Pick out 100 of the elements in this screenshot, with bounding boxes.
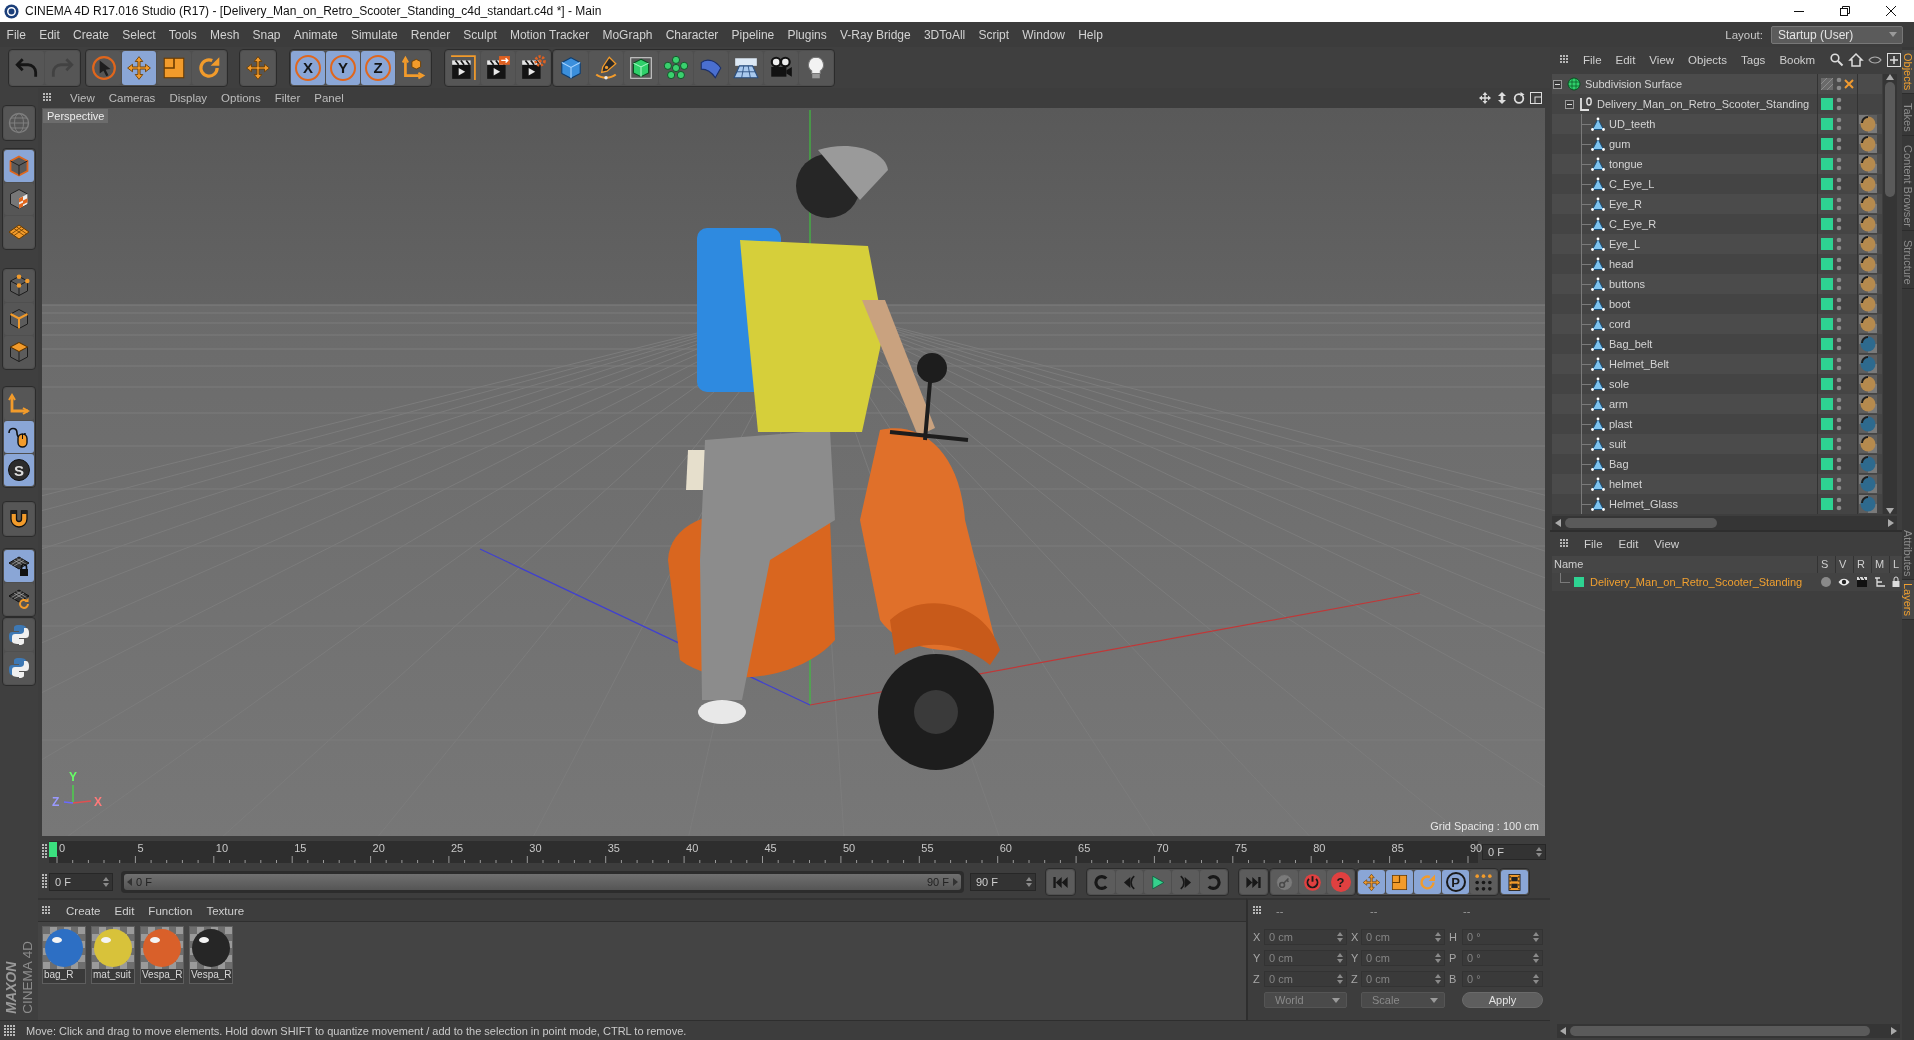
object-name[interactable]: buttons xyxy=(1609,278,1646,290)
current-frame-field[interactable]: 0 F xyxy=(1482,844,1546,860)
panel-grip-icon[interactable] xyxy=(1253,906,1263,916)
right-arrow-icon[interactable] xyxy=(953,878,958,886)
visibility-dots-icon[interactable] xyxy=(1836,117,1842,131)
scroll-down-icon[interactable] xyxy=(1886,508,1894,514)
visibility-dots-icon[interactable] xyxy=(1836,337,1842,351)
layer-swatch-icon[interactable] xyxy=(1821,358,1833,370)
panel-grip-icon[interactable] xyxy=(42,905,52,916)
start-frame-field[interactable]: 0 F xyxy=(49,873,113,891)
solo-dot-icon[interactable] xyxy=(1820,576,1832,588)
menu-item[interactable]: Plugins xyxy=(780,27,834,42)
material-tag-icon[interactable] xyxy=(1859,355,1877,373)
menu-item[interactable]: Filter xyxy=(267,92,308,104)
menu-item[interactable]: Help xyxy=(1071,27,1110,42)
object-name[interactable]: head xyxy=(1609,258,1634,270)
texture-mode-button[interactable] xyxy=(4,183,34,215)
menu-item[interactable]: Edit xyxy=(1610,538,1647,550)
scroll-left-icon[interactable] xyxy=(1560,1027,1566,1035)
hierarchy-icon[interactable] xyxy=(1874,576,1886,588)
visibility-dots-icon[interactable] xyxy=(1836,157,1842,171)
object-row[interactable]: UD_teeth xyxy=(1552,114,1882,134)
material-tag-icon[interactable] xyxy=(1859,315,1877,333)
object-row[interactable]: C_Eye_R xyxy=(1552,214,1882,234)
spinner-arrows-icon[interactable] xyxy=(1337,932,1343,942)
layer-swatch-icon[interactable] xyxy=(1821,258,1833,270)
previous-key-button[interactable] xyxy=(1088,870,1115,894)
layer-swatch-icon[interactable] xyxy=(1821,158,1833,170)
scroll-right-icon[interactable] xyxy=(1891,1027,1897,1035)
menu-item[interactable]: Animate xyxy=(287,27,345,42)
menu-item[interactable]: 3DToAll xyxy=(917,27,972,42)
menu-item[interactable]: Motion Tracker xyxy=(503,27,596,42)
layer-swatch-icon[interactable] xyxy=(1821,118,1833,130)
object-row[interactable]: Helmet_Glass xyxy=(1552,494,1882,514)
visibility-dots-icon[interactable] xyxy=(1836,177,1842,191)
object-name[interactable]: UD_teeth xyxy=(1609,118,1656,130)
apply-button[interactable]: Apply xyxy=(1462,992,1543,1008)
orbit-icon[interactable] xyxy=(1513,92,1525,104)
object-name[interactable]: Bag_belt xyxy=(1609,338,1653,350)
menu-item[interactable]: Bookm xyxy=(1772,54,1823,66)
material-tile[interactable]: bag_R xyxy=(42,926,86,984)
object-row[interactable]: boot xyxy=(1552,294,1882,314)
horizontal-scrollbar[interactable] xyxy=(1557,1024,1900,1038)
object-row[interactable]: Subdivision Surface xyxy=(1552,74,1882,94)
visibility-dots-icon[interactable] xyxy=(1836,357,1842,371)
panel-grip-icon[interactable] xyxy=(1560,539,1570,549)
material-tag-icon[interactable] xyxy=(1859,135,1877,153)
keyframe-selection-button[interactable]: ? xyxy=(1327,870,1354,894)
edges-mode-button[interactable] xyxy=(4,303,34,335)
side-tab[interactable]: Structure xyxy=(1902,237,1914,289)
scrollbar-thumb[interactable] xyxy=(1570,1026,1870,1036)
object-row[interactable]: cord xyxy=(1552,314,1882,334)
menu-item[interactable]: File xyxy=(1576,54,1609,66)
pan-arrows-icon[interactable] xyxy=(1479,92,1491,104)
material-tile[interactable]: Vespa_R xyxy=(189,926,233,984)
axis-lock-button[interactable]: Z xyxy=(361,50,395,85)
layer-swatch-icon[interactable] xyxy=(1574,577,1584,587)
vertical-scrollbar[interactable] xyxy=(1883,74,1897,514)
key-points-button[interactable] xyxy=(1470,870,1497,894)
menu-item[interactable]: Character xyxy=(659,27,725,42)
visibility-dots-icon[interactable] xyxy=(1836,397,1842,411)
spinner-arrows-icon[interactable] xyxy=(1536,847,1542,857)
panel-grip-icon[interactable] xyxy=(4,1024,16,1037)
material-tag-icon[interactable] xyxy=(1859,455,1877,473)
object-row[interactable]: Eye_R xyxy=(1552,194,1882,214)
spinner-arrows-icon[interactable] xyxy=(1435,932,1441,942)
spinner-arrows-icon[interactable] xyxy=(103,877,109,887)
visibility-dots-icon[interactable] xyxy=(1836,497,1842,511)
layer-swatch-icon[interactable] xyxy=(1821,138,1833,150)
key-scale-button[interactable] xyxy=(1386,870,1413,894)
scroll-left-icon[interactable] xyxy=(1555,519,1561,527)
visibility-dots-icon[interactable] xyxy=(1836,437,1842,451)
add-box-icon[interactable] xyxy=(1887,53,1901,67)
menu-item[interactable]: Render xyxy=(404,27,457,42)
object-row[interactable]: plast xyxy=(1552,414,1882,434)
visibility-dots-icon[interactable] xyxy=(1836,137,1842,151)
object-row[interactable]: gum xyxy=(1552,134,1882,154)
next-key-button[interactable] xyxy=(1200,870,1227,894)
material-tag-icon[interactable] xyxy=(1859,255,1877,273)
subdivision-button[interactable] xyxy=(624,50,658,85)
visibility-dots-icon[interactable] xyxy=(1836,77,1842,91)
scrollbar-thumb[interactable] xyxy=(1565,518,1717,528)
pen-tool-button[interactable] xyxy=(589,50,623,85)
menu-item[interactable]: Tags xyxy=(1734,54,1773,66)
axis-lock-button[interactable]: X xyxy=(291,50,325,85)
menu-item[interactable]: Create xyxy=(66,27,116,42)
scrollbar-thumb[interactable] xyxy=(1885,82,1895,197)
rotate-tool-button[interactable] xyxy=(192,50,226,85)
render-clapper-icon[interactable] xyxy=(1856,576,1868,588)
object-row[interactable]: head xyxy=(1552,254,1882,274)
menu-item[interactable]: Edit xyxy=(107,904,142,917)
object-name[interactable]: cord xyxy=(1609,318,1631,330)
panel-grip-icon[interactable] xyxy=(42,874,47,890)
material-tag-icon[interactable] xyxy=(1859,475,1877,493)
horizontal-scrollbar[interactable] xyxy=(1552,516,1897,530)
floor-button[interactable] xyxy=(729,50,763,85)
object-row[interactable]: sole xyxy=(1552,374,1882,394)
layer-swatch-icon[interactable] xyxy=(1821,218,1833,230)
object-row[interactable]: Bag_belt xyxy=(1552,334,1882,354)
panel-grip-icon[interactable] xyxy=(43,93,53,103)
